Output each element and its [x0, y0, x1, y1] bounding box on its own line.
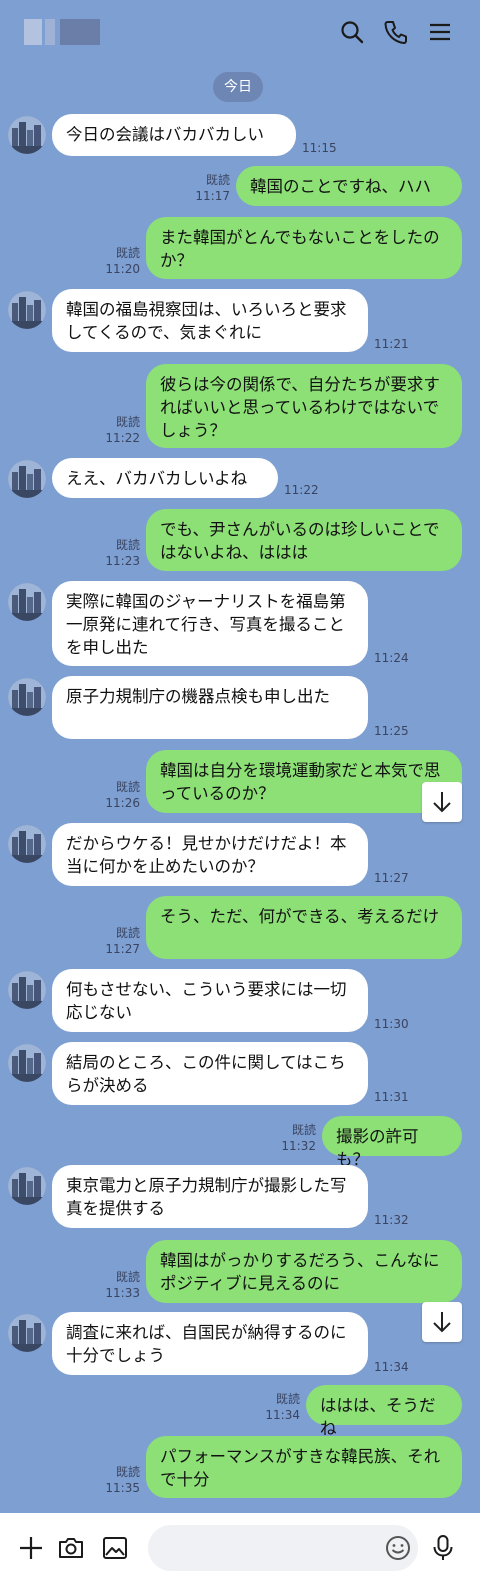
chat-title-blurred	[60, 19, 100, 45]
image-icon[interactable]	[100, 1533, 130, 1563]
outgoing-message-bubble[interactable]: でも、尹さんがいるのは珍しいことではないよね、ははは	[146, 509, 462, 571]
message-time: 11:33	[105, 1286, 140, 1300]
message-time: 11:27	[374, 871, 409, 885]
incoming-message-bubble[interactable]: ええ、バカバカしいよね	[52, 458, 278, 498]
phone-icon[interactable]	[382, 18, 410, 46]
camera-icon[interactable]	[56, 1533, 86, 1563]
read-receipt: 既読	[291, 1123, 316, 1137]
arrow-down-icon	[433, 1312, 451, 1333]
avatar[interactable]	[8, 291, 46, 329]
incoming-message-bubble[interactable]: 原子力規制庁の機器点検も申し出た	[52, 676, 368, 739]
message-time: 11:22	[284, 483, 319, 497]
message-time: 11:32	[281, 1139, 316, 1153]
message-time: 11:30	[374, 1017, 409, 1031]
read-receipt: 既読	[115, 1270, 140, 1284]
read-receipt: 既読	[115, 1465, 140, 1479]
emoji-icon[interactable]	[383, 1533, 413, 1563]
incoming-message-bubble[interactable]: だからウケる！見せかけだけだよ！本当に何かを止めたいのか？	[52, 823, 368, 886]
avatar[interactable]	[8, 1167, 46, 1205]
message-time: 11:24	[374, 651, 409, 665]
outgoing-message-bubble[interactable]: ははは、そうだね	[306, 1385, 462, 1438]
read-receipt: 既読	[115, 415, 140, 429]
message-time: 11:32	[374, 1213, 409, 1227]
menu-icon[interactable]	[426, 18, 454, 46]
scroll-down-button[interactable]	[422, 782, 462, 822]
incoming-message-bubble[interactable]: 何もさせない、こういう要求には一切応じない	[52, 969, 368, 1032]
date-divider: 今日	[213, 72, 263, 102]
message-time: 11:31	[374, 1090, 409, 1104]
incoming-message-bubble[interactable]: 東京電力と原子力規制庁が撮影した写真を提供する	[52, 1165, 368, 1228]
chat-header	[0, 0, 480, 64]
message-time: 11:27	[105, 942, 140, 956]
message-time: 11:20	[105, 262, 140, 276]
read-receipt: 既読	[115, 246, 140, 260]
message-time: 11:23	[105, 554, 140, 568]
message-time: 11:21	[374, 337, 409, 351]
incoming-message-bubble[interactable]: 実際に韓国のジャーナリストを福島第一原発に連れて行き、写真を撮ることを申し出た	[52, 581, 368, 666]
incoming-message-bubble[interactable]: 結局のところ、この件に関してはこちらが決める	[52, 1042, 368, 1105]
outgoing-message-bubble[interactable]: パフォーマンスがすきな韓民族、それで十分	[146, 1436, 462, 1498]
incoming-message-bubble[interactable]: 今日の会議はバカバカしい	[52, 114, 296, 156]
outgoing-message-bubble[interactable]: 彼らは今の関係で、自分たちが要求すればいいと思っているわけではないでしょう？	[146, 364, 462, 448]
input-bar	[0, 1513, 480, 1593]
message-time: 11:26	[105, 796, 140, 810]
avatar[interactable]	[8, 971, 46, 1009]
message-time: 11:34	[374, 1360, 409, 1374]
message-input[interactable]	[148, 1525, 418, 1571]
outgoing-message-bubble[interactable]: そう、ただ、何ができる、考えるだけ	[146, 896, 462, 959]
message-time: 11:15	[302, 141, 337, 155]
avatar[interactable]	[8, 1044, 46, 1082]
search-icon[interactable]	[338, 18, 366, 46]
read-receipt: 既読	[205, 173, 230, 187]
arrow-down-icon	[433, 792, 451, 813]
chat-title-blurred	[45, 19, 55, 45]
read-receipt: 既読	[115, 780, 140, 794]
avatar[interactable]	[8, 678, 46, 716]
avatar[interactable]	[8, 1314, 46, 1352]
message-time: 11:17	[195, 189, 230, 203]
avatar[interactable]	[8, 460, 46, 498]
message-time: 11:35	[105, 1481, 140, 1495]
outgoing-message-bubble[interactable]: 韓国のことですね、ハハ	[236, 166, 462, 206]
microphone-icon[interactable]	[428, 1533, 458, 1563]
outgoing-message-bubble[interactable]: 韓国はがっかりするだろう、こんなにポジティブに見えるのに	[146, 1240, 462, 1303]
message-time: 11:22	[105, 431, 140, 445]
read-receipt: 既読	[115, 538, 140, 552]
outgoing-message-bubble[interactable]: 韓国は自分を環境運動家だと本気で思っているのか？	[146, 750, 462, 813]
outgoing-message-bubble[interactable]: 撮影の許可も？	[322, 1116, 462, 1169]
message-time: 11:25	[374, 724, 409, 738]
scroll-down-button[interactable]	[422, 1302, 462, 1342]
avatar[interactable]	[8, 116, 46, 154]
message-time: 11:34	[265, 1408, 300, 1422]
read-receipt: 既読	[115, 926, 140, 940]
incoming-message-bubble[interactable]: 調査に来れば、自国民が納得するのに十分でしょう	[52, 1312, 368, 1375]
avatar[interactable]	[8, 583, 46, 621]
avatar[interactable]	[8, 825, 46, 863]
incoming-message-bubble[interactable]: 韓国の福島視察団は、いろいろと要求してくるので、気まぐれに	[52, 289, 368, 352]
read-receipt: 既読	[275, 1392, 300, 1406]
outgoing-message-bubble[interactable]: また韓国がとんでもないことをしたのか？	[146, 217, 462, 279]
plus-icon[interactable]	[16, 1533, 46, 1563]
chat-title-blurred	[24, 19, 42, 45]
